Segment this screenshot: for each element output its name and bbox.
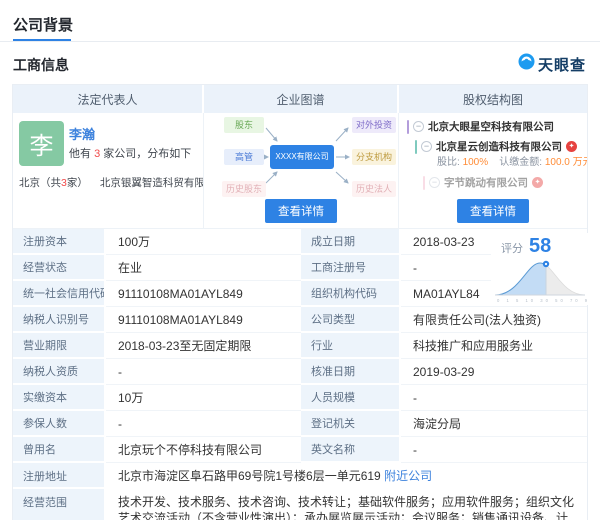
equity-row-2: − 北京星云创造科技有限公司 ✦ xyxy=(415,139,577,154)
header-equity-structure: 股权结构图 xyxy=(399,85,587,113)
business-scope-row: 经营范围 技术开发、技术服务、技术咨询、技术转让；基础软件服务；应用软件服务；组… xyxy=(13,489,587,520)
field-label: 注册资本 xyxy=(13,229,106,255)
summary-suffix: 家公司，分布如下 xyxy=(100,148,191,160)
equity-company-link[interactable]: 北京大眼星空科技有限公司 xyxy=(428,119,554,134)
field-label: 统一社会信用代码 xyxy=(13,281,106,307)
amount-label: 认缴金额: xyxy=(499,157,542,168)
graph-node-branches[interactable]: 分支机构 xyxy=(352,149,396,165)
tianyancha-eye-icon xyxy=(518,53,535,75)
field-value: 海淀分局 xyxy=(401,411,587,437)
field-value: 91110108MA01AYL849 xyxy=(106,281,301,307)
scope-value: 技术开发、技术服务、技术咨询、技术转让；基础软件服务；应用软件服务；组织文化艺术… xyxy=(106,489,587,520)
collapse-icon[interactable]: − xyxy=(413,121,424,132)
tree-bar xyxy=(423,176,425,190)
tree-bar xyxy=(415,140,417,154)
field-label: 工商注册号 xyxy=(301,255,401,281)
score-distribution-curve: 0 1 5 10 30 50 70 90 100 xyxy=(491,255,589,305)
widget-content-row: 李 李瀚 他有 3 家公司，分布如下 北京（共3家）北京银翼智造科贸有限...等 xyxy=(13,113,587,229)
equity-row-1: − 北京大眼星空科技有限公司 xyxy=(407,119,554,134)
region-suffix: 家） xyxy=(67,177,88,189)
equity-row-2-detail: 股比: 100% 认缴金额: 100.0 万元 xyxy=(437,153,587,168)
field-label: 组织机构代码 xyxy=(301,281,401,307)
legal-representative-cell: 李 李瀚 他有 3 家公司，分布如下 北京（共3家）北京银翼智造科贸有限...等 xyxy=(13,113,204,229)
field-value: - xyxy=(106,359,301,385)
collapse-icon[interactable]: − xyxy=(429,177,440,188)
field-value: 北京玩个不停科技有限公司 xyxy=(106,437,301,463)
graph-view-details-button[interactable]: 查看详情 xyxy=(265,199,337,223)
field-value: 在业 xyxy=(106,255,301,281)
field-label: 曾用名 xyxy=(13,437,106,463)
address-row: 注册地址 北京市海淀区阜石路甲69号院1号楼6层一单元619 附近公司 xyxy=(13,463,587,489)
field-label: 英文名称 xyxy=(301,437,401,463)
tianyancha-logo-text: 天眼查 xyxy=(538,54,586,75)
field-value: - xyxy=(106,411,301,437)
section-title-business-info: 工商信息 xyxy=(13,55,69,75)
legal-rep-summary: 他有 3 家公司，分布如下 xyxy=(69,145,191,161)
field-label: 经营状态 xyxy=(13,255,106,281)
field-value: 2018-03-23至无固定期限 xyxy=(106,333,301,359)
nearby-companies-link[interactable]: 附近公司 xyxy=(384,469,432,483)
graph-node-center-company[interactable]: XXXX有限公司 xyxy=(270,145,334,169)
scope-text: 技术开发、技术服务、技术咨询、技术转让；基础软件服务；应用软件服务；组织文化艺术… xyxy=(118,495,574,520)
enterprise-graph-cell: 股东 高管 历史股东 XXXX有限公司 对外投资 分支机构 历史法人 查看详情 xyxy=(204,113,399,229)
field-label: 纳税人资质 xyxy=(13,359,106,385)
address-text: 北京市海淀区阜石路甲69号院1号楼6层一单元619 xyxy=(118,469,381,483)
summary-prefix: 他有 xyxy=(69,148,94,160)
field-label: 纳税人识别号 xyxy=(13,307,106,333)
equity-row-3: − 字节跳动有限公司 ✦ xyxy=(423,175,543,190)
address-label: 注册地址 xyxy=(13,463,106,489)
equity-company-link[interactable]: 字节跳动有限公司 xyxy=(444,175,528,190)
avatar: 李 xyxy=(19,121,64,166)
header-legal-representative: 法定代表人 xyxy=(13,85,204,113)
header-divider xyxy=(0,41,600,42)
field-label: 登记机关 xyxy=(301,411,401,437)
field-value: 91110108MA01AYL849 xyxy=(106,307,301,333)
legal-rep-region-line: 北京（共3家）北京银翼智造科贸有限...等 xyxy=(19,175,204,190)
tab-company-background[interactable]: 公司背景 xyxy=(13,14,73,35)
tianyancha-logo[interactable]: 天眼查 xyxy=(518,53,586,75)
collapse-icon[interactable]: − xyxy=(421,141,432,152)
field-label: 核准日期 xyxy=(301,359,401,385)
equity-view-details-button[interactable]: 查看详情 xyxy=(457,199,529,223)
graph-node-outbound-investment[interactable]: 对外投资 xyxy=(352,117,396,133)
field-value: 有限责任公司(法人独资) xyxy=(401,307,587,333)
field-label: 成立日期 xyxy=(301,229,401,255)
field-label: 营业期限 xyxy=(13,333,106,359)
graph-node-executives[interactable]: 高管 xyxy=(224,149,264,165)
header-enterprise-graph: 企业图谱 xyxy=(204,85,399,113)
field-label: 实缴资本 xyxy=(13,385,106,411)
equity-structure-cell: − 北京大眼星空科技有限公司 − 北京星云创造科技有限公司 ✦ 股比: 100%… xyxy=(399,113,587,229)
graph-node-history-legal[interactable]: 历史法人 xyxy=(352,181,396,197)
field-value: 10万 xyxy=(106,385,301,411)
graph-node-history-shareholders[interactable]: 历史股东 xyxy=(222,181,266,197)
score-axis-ticks: 0 1 5 10 30 50 70 90 100 xyxy=(497,298,589,303)
business-info-card: 法定代表人 企业图谱 股权结构图 李 李瀚 他有 3 家公司，分布如下 北京（共… xyxy=(12,84,588,520)
address-value: 北京市海淀区阜石路甲69号院1号楼6层一单元619 附近公司 xyxy=(106,463,587,489)
field-value: - xyxy=(401,437,587,463)
ratio-label: 股比: xyxy=(437,157,460,168)
region-company-list[interactable]: 北京银翼智造科贸有限...等 xyxy=(100,177,204,189)
scope-label: 经营范围 xyxy=(13,489,106,520)
company-logo-icon: ✦ xyxy=(566,141,577,152)
company-score-widget: 评分 58 0 1 5 10 30 50 70 90 100 xyxy=(491,233,589,305)
field-value: - xyxy=(401,385,587,411)
field-label: 公司类型 xyxy=(301,307,401,333)
equity-company-link[interactable]: 北京星云创造科技有限公司 xyxy=(436,139,562,154)
company-logo-icon: ✦ xyxy=(532,177,543,188)
legal-rep-name-link[interactable]: 李瀚 xyxy=(69,124,95,143)
field-value: 100万 xyxy=(106,229,301,255)
score-label: 评分 xyxy=(501,240,523,256)
graph-node-shareholders[interactable]: 股东 xyxy=(224,117,264,133)
field-value: 科技推广和应用服务业 xyxy=(401,333,587,359)
region-prefix: 北京（共 xyxy=(19,177,61,189)
ratio-value: 100% xyxy=(463,157,489,168)
widget-column-headers: 法定代表人 企业图谱 股权结构图 xyxy=(13,85,587,113)
field-label: 人员规模 xyxy=(301,385,401,411)
amount-value: 100.0 万元 xyxy=(545,157,587,168)
field-label: 参保人数 xyxy=(13,411,106,437)
company-background-page: 公司背景 工商信息 天眼查 法定代表人 企业图谱 股权结构图 李 李瀚 他有 3… xyxy=(0,0,600,520)
field-label: 行业 xyxy=(301,333,401,359)
field-value: 2019-03-29 xyxy=(401,359,587,385)
tree-bar xyxy=(407,120,409,134)
